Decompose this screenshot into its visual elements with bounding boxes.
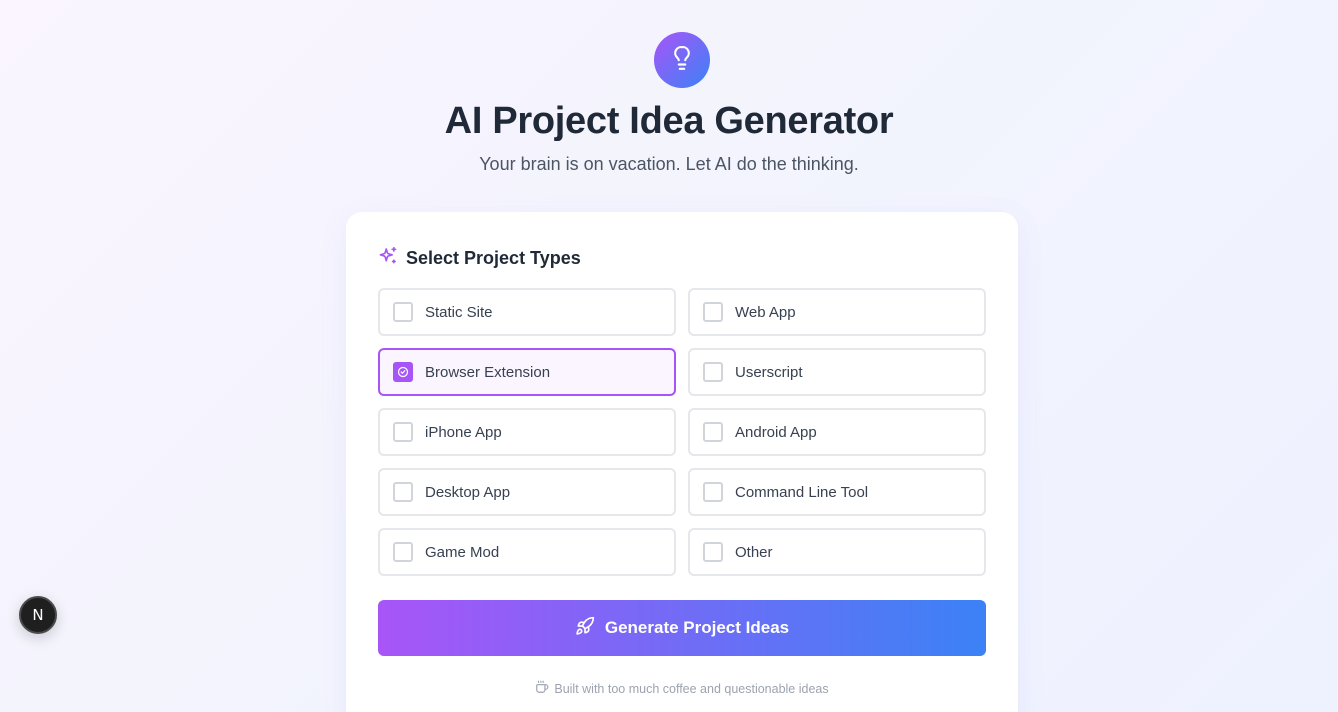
generate-button-label: Generate Project Ideas [604, 618, 790, 637]
option-label: Other [735, 543, 773, 561]
rocket-icon [575, 616, 595, 641]
option-label: iPhone App [425, 423, 502, 441]
checkbox[interactable] [703, 362, 723, 382]
option-android-app[interactable]: Android App [688, 408, 986, 456]
page-title: AI Project Idea Generator [444, 100, 894, 142]
checkbox[interactable] [703, 482, 723, 502]
option-label: Desktop App [425, 483, 511, 501]
option-label: Android App [735, 423, 817, 441]
footer-note: Built with too much coffee and questiona… [346, 680, 1018, 697]
option-command-line-tool[interactable]: Command Line Tool [688, 468, 986, 516]
checkbox[interactable] [393, 542, 413, 562]
checkbox[interactable] [393, 362, 413, 382]
lightbulb-icon [669, 45, 695, 76]
checkbox[interactable] [703, 422, 723, 442]
option-label: Game Mod [425, 543, 500, 561]
check-icon [397, 366, 409, 378]
checkbox[interactable] [393, 482, 413, 502]
option-other[interactable]: Other [688, 528, 986, 576]
checkbox[interactable] [703, 302, 723, 322]
option-game-mod[interactable]: Game Mod [378, 528, 676, 576]
option-static-site[interactable]: Static Site [378, 288, 676, 336]
option-label: Static Site [425, 303, 493, 321]
option-label: Command Line Tool [735, 483, 869, 501]
checkbox[interactable] [703, 542, 723, 562]
generate-ideas-button[interactable]: Generate Project Ideas [378, 600, 986, 656]
footer-text: Built with too much coffee and questiona… [554, 681, 829, 696]
option-label: Browser Extension [425, 363, 551, 381]
dev-tools-badge[interactable]: N [19, 596, 57, 634]
project-type-grid: Static Site Web App Browser Extension Us… [378, 288, 986, 576]
checkbox[interactable] [393, 302, 413, 322]
option-browser-extension[interactable]: Browser Extension [378, 348, 676, 396]
app-logo [654, 32, 710, 88]
section-title: Select Project Types [406, 248, 581, 268]
option-desktop-app[interactable]: Desktop App [378, 468, 676, 516]
checkbox[interactable] [393, 422, 413, 442]
option-web-app[interactable]: Web App [688, 288, 986, 336]
option-userscript[interactable]: Userscript [688, 348, 986, 396]
coffee-icon [535, 680, 549, 697]
page-subtitle: Your brain is on vacation. Let AI do the… [479, 154, 859, 174]
option-label: Web App [735, 303, 796, 321]
project-type-card: Select Project Types Static Site Web App… [346, 212, 1018, 712]
section-header: Select Project Types [378, 246, 581, 271]
dev-badge-label: N [32, 606, 44, 624]
option-label: Userscript [735, 363, 803, 381]
sparkles-icon [378, 246, 398, 271]
option-iphone-app[interactable]: iPhone App [378, 408, 676, 456]
